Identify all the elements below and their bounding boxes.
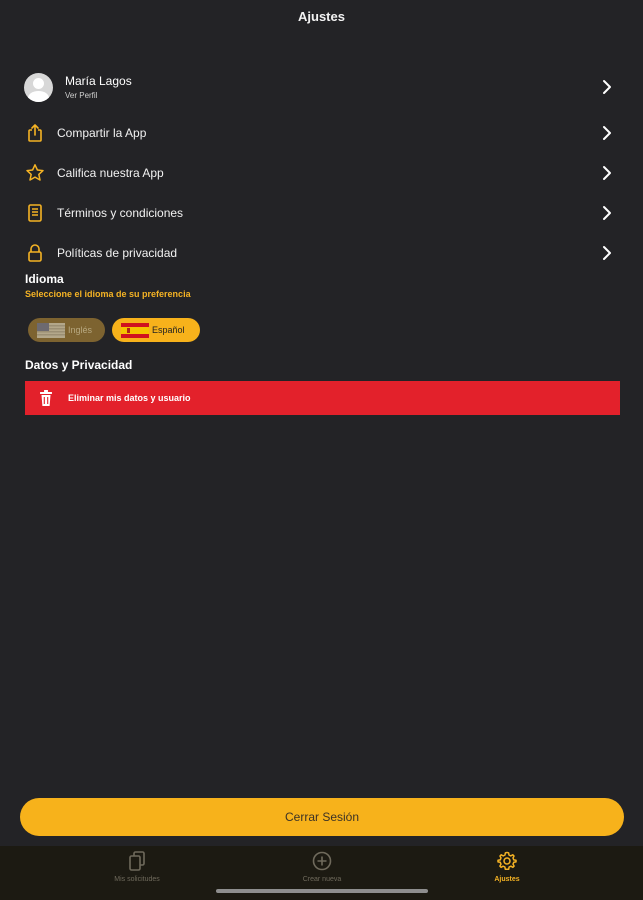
menu-item-label: Califica nuestra App [57,166,164,180]
chevron-right-icon [603,166,611,180]
page-title: Ajustes [298,9,345,24]
plus-circle-icon [312,851,332,871]
spain-flag-icon [121,322,149,338]
profile-name: María Lagos [65,74,132,88]
lock-icon [24,242,46,264]
us-flag-icon [37,322,65,338]
menu-item-privacy-policy[interactable]: Políticas de privacidad [24,240,620,266]
star-icon [24,162,46,184]
tab-settings[interactable]: Ajustes [447,850,567,883]
share-icon [24,122,46,144]
logout-button[interactable]: Cerrar Sesión [20,798,624,836]
tab-label: Crear nueva [302,876,342,883]
chevron-right-icon [603,246,611,260]
menu-item-rate-app[interactable]: Califica nuestra App [24,160,620,186]
tab-my-requests[interactable]: Mis solicitudes [77,850,197,883]
menu-item-label: Términos y condiciones [57,206,184,220]
menu-item-share-app[interactable]: Compartir la App [24,120,620,146]
delete-data-button[interactable]: Eliminar mis datos y usuario [25,381,620,415]
menu-item-label: Compartir la App [57,126,147,140]
menu-item-terms[interactable]: Términos y condiciones [24,200,620,226]
document-icon [24,202,46,224]
view-profile-link[interactable]: Ver Perfil [65,91,132,100]
privacy-section-title: Datos y Privacidad [25,358,133,372]
chevron-right-icon [603,80,611,94]
language-section-title: Idioma [25,272,64,286]
language-option-english[interactable]: Inglés [28,318,105,342]
trash-icon [40,390,52,406]
gear-icon [497,851,517,871]
menu-item-label: Políticas de privacidad [57,246,178,260]
profile-row[interactable]: María Lagos Ver Perfil [24,68,620,106]
tab-create-new[interactable]: Crear nueva [262,850,382,883]
home-indicator [216,889,428,893]
delete-data-label: Eliminar mis datos y usuario [68,393,191,403]
language-option-spanish[interactable]: Español [112,318,200,342]
language-option-label: Español [152,325,185,335]
chevron-right-icon [603,206,611,220]
language-option-label: Inglés [68,325,93,335]
language-section-subtitle: Seleccione el idioma de su preferencia [25,289,191,299]
avatar [24,72,53,102]
documents-icon [129,851,145,871]
tab-label: Ajustes [494,876,520,883]
chevron-right-icon [603,126,611,140]
tab-label: Mis solicitudes [114,876,160,883]
